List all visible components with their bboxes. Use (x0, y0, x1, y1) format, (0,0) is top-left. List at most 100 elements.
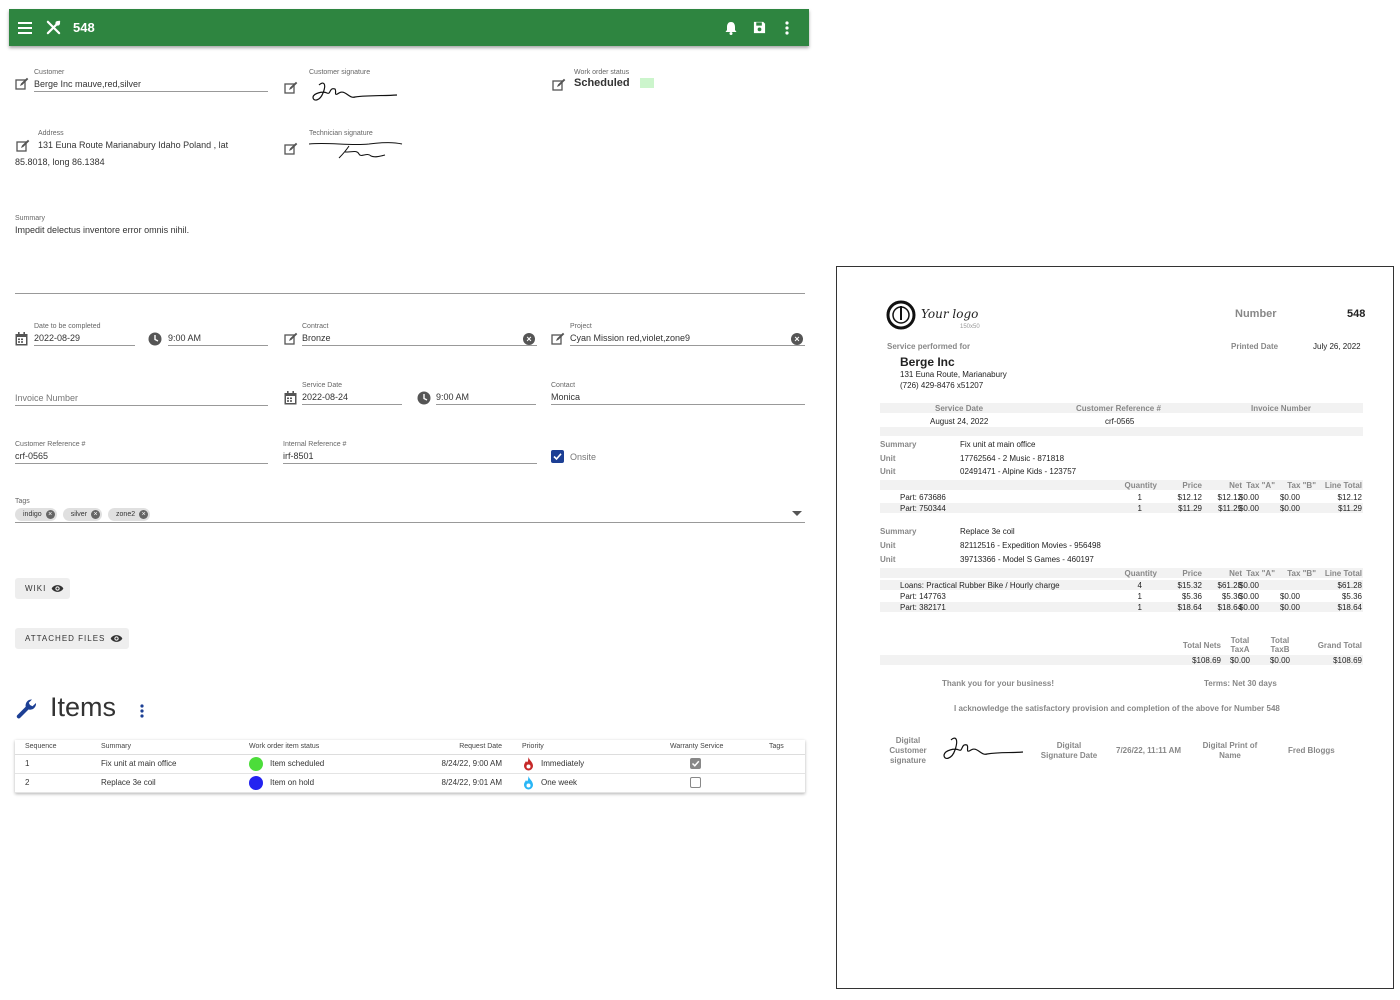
address-line2: 85.8018, long 86.1384 (15, 157, 105, 167)
table-row[interactable]: 2 Replace 3e coil Item on hold 8/24/22, … (15, 773, 805, 793)
number-value: 548 (1347, 308, 1366, 320)
internal-reference-field[interactable]: Internal Reference # irf-8501 (283, 440, 537, 464)
eye-icon (111, 635, 123, 642)
service-time-field[interactable]: 9:00 AM (436, 390, 536, 405)
service-date-value[interactable]: 2022-08-24 (302, 390, 402, 405)
clock-icon[interactable] (148, 332, 162, 346)
report-signature-image (943, 737, 1024, 760)
date-to-complete-value[interactable]: 2022-08-29 (34, 331, 135, 346)
customer-name: Berge Inc (900, 355, 955, 369)
calendar-icon[interactable] (284, 391, 298, 405)
contract-value[interactable]: Bronze (302, 331, 537, 346)
report-customer-ref: crf-0565 (1105, 417, 1135, 426)
warranty-checkbox[interactable] (690, 777, 701, 788)
status-color-dot (249, 775, 263, 790)
work-order-number: 548 (73, 20, 95, 35)
edit-icon[interactable] (284, 142, 298, 156)
warranty-checkbox[interactable] (690, 758, 701, 769)
items-more-icon[interactable] (140, 704, 144, 718)
tags-field[interactable]: Tags indigo × silver × zone2 × (15, 497, 805, 523)
summary-field[interactable]: Summary Impedit delectus inventore error… (15, 214, 805, 294)
contact-field[interactable]: Contact Monica (551, 381, 805, 405)
fire-icon (524, 756, 533, 770)
edit-icon[interactable] (552, 78, 566, 92)
customer-address: 131 Euna Route, Marianabury (900, 370, 1007, 379)
chip-remove-icon[interactable]: × (91, 510, 101, 519)
edit-icon[interactable] (284, 332, 298, 346)
logo-text: Your logo (921, 307, 979, 321)
save-icon[interactable] (745, 14, 773, 42)
work-order-status-field[interactable]: Work order status Scheduled (574, 68, 694, 89)
col-warranty[interactable]: Warranty Service (660, 740, 759, 755)
items-table: Sequence Summary Work order item status … (15, 740, 805, 793)
customer-phone: (726) 429-8476 x51207 (900, 381, 984, 390)
tag-chip[interactable]: indigo × (15, 508, 57, 521)
onsite-checkbox-field[interactable]: Onsite (551, 450, 596, 463)
col-sequence[interactable]: Sequence (15, 740, 91, 755)
service-time-value[interactable]: 9:00 AM (436, 390, 536, 405)
report-service-date: August 24, 2022 (930, 417, 989, 426)
items-header-row: Sequence Summary Work order item status … (15, 740, 805, 755)
customer-signature-image (312, 82, 398, 101)
summary-value[interactable]: Impedit delectus inventore error omnis n… (15, 223, 805, 237)
service-performed-label: Service performed for (887, 342, 971, 351)
chip-remove-icon[interactable]: × (45, 510, 55, 519)
clock-icon[interactable] (417, 391, 431, 405)
col-summary[interactable]: Summary (91, 740, 239, 755)
chip-remove-icon[interactable]: × (139, 510, 149, 519)
dropdown-arrow-icon[interactable] (792, 511, 802, 517)
tag-chip[interactable]: silver × (62, 508, 103, 521)
customer-value[interactable]: Berge Inc mauve,red,silver (34, 77, 268, 92)
table-row[interactable]: 1 Fix unit at main office Item scheduled… (15, 754, 805, 774)
edit-icon[interactable] (15, 77, 29, 91)
contract-clear-icon[interactable]: × (523, 333, 535, 345)
items-title: Items (50, 692, 117, 722)
customer-field[interactable]: Customer Berge Inc mauve,red,silver (34, 68, 268, 92)
technician-signature-image (308, 142, 403, 159)
date-to-complete-field[interactable]: Date to be completed 2022-08-29 (34, 322, 135, 346)
customer-reference-value[interactable]: crf-0565 (15, 449, 268, 464)
date-to-complete-time-field[interactable]: 9:00 AM (168, 331, 268, 346)
internal-reference-value[interactable]: irf-8501 (283, 449, 537, 464)
more-vert-icon[interactable] (773, 14, 801, 42)
edit-icon[interactable] (551, 332, 565, 346)
customer-signature-field[interactable]: Customer signature (309, 68, 429, 112)
logo-size: 150x50 (960, 324, 980, 330)
address-line1: 131 Euna Route Marianabury Idaho Poland … (38, 140, 229, 150)
wiki-button[interactable]: WIKI (15, 578, 71, 599)
invoice-number-field[interactable]: Invoice Number (15, 391, 268, 406)
customer-reference-field[interactable]: Customer Reference # crf-0565 (15, 440, 268, 464)
date-to-complete-time[interactable]: 9:00 AM (168, 331, 268, 346)
col-priority[interactable]: Priority (512, 740, 660, 755)
tools-icon (39, 14, 67, 42)
printed-date: July 26, 2022 (1313, 342, 1361, 351)
status-value: Scheduled (574, 77, 630, 89)
calendar-icon[interactable] (15, 332, 29, 346)
project-value[interactable]: Cyan Mission red,violet,zone9 (570, 331, 805, 346)
menu-icon[interactable] (11, 14, 39, 42)
app-bar: 548 (9, 9, 809, 46)
onsite-label: Onsite (570, 451, 597, 462)
report-preview: Your logo 150x50 Number 548 Service perf… (836, 266, 1394, 989)
invoice-number-input[interactable]: Invoice Number (15, 391, 268, 406)
edit-icon[interactable] (284, 81, 298, 95)
fire-icon (524, 775, 533, 789)
project-clear-icon[interactable]: × (791, 333, 803, 345)
contract-field[interactable]: Contract Bronze (302, 322, 537, 346)
contact-value[interactable]: Monica (551, 390, 805, 405)
col-status[interactable]: Work order item status (239, 740, 379, 755)
tag-chip[interactable]: zone2 × (108, 508, 151, 521)
status-color-swatch (639, 78, 654, 88)
col-request-date[interactable]: Request Date (379, 740, 512, 755)
technician-signature-field[interactable]: Technician signature (308, 129, 429, 169)
address-field[interactable]: Address 131 Euna Route Marianabury Idaho… (38, 129, 278, 152)
onsite-checkbox[interactable] (551, 450, 564, 463)
project-field[interactable]: Project Cyan Mission red,violet,zone9 (570, 322, 805, 346)
printed-date-label: Printed Date (1231, 342, 1279, 351)
notifications-icon[interactable] (717, 14, 745, 42)
edit-icon[interactable] (16, 139, 30, 153)
attached-files-button[interactable]: ATTACHED FILES (15, 628, 130, 649)
wrench-icon (16, 699, 37, 719)
service-date-field[interactable]: Service Date 2022-08-24 (302, 381, 402, 405)
col-tags[interactable]: Tags (759, 740, 805, 755)
